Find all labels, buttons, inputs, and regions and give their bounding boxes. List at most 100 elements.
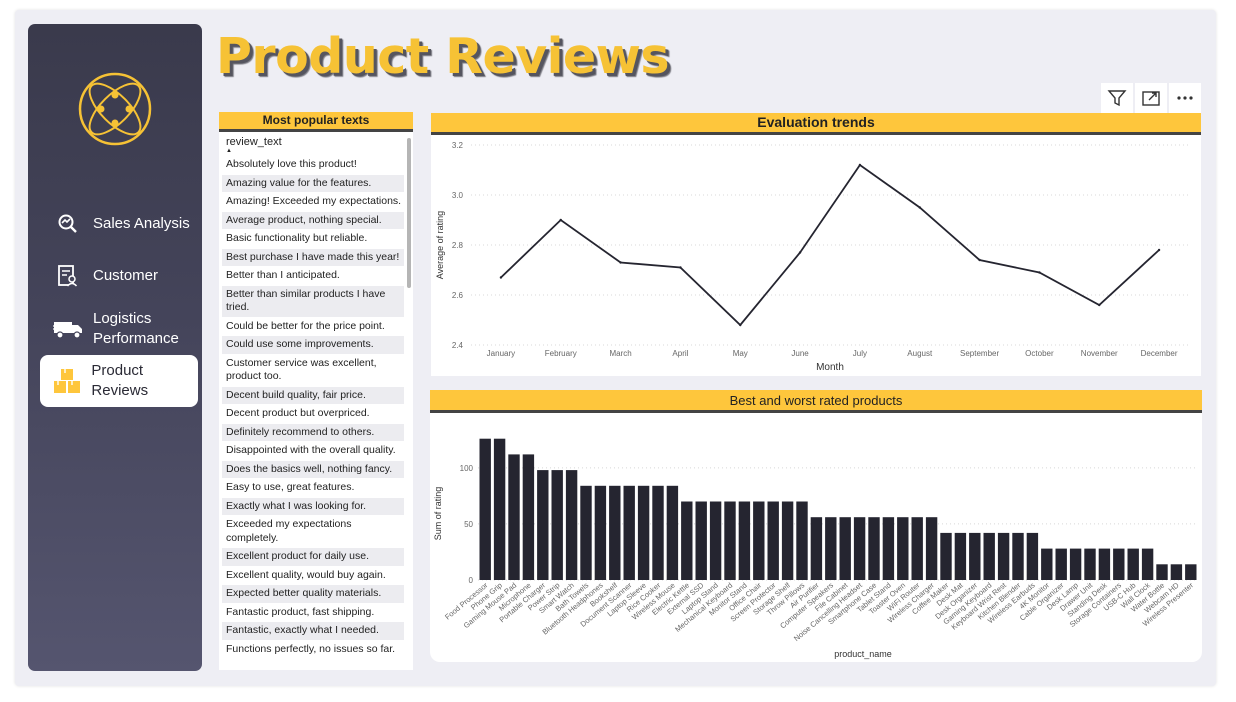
bar	[825, 517, 837, 580]
filter-icon	[1107, 90, 1127, 107]
bar	[997, 532, 1010, 580]
bar	[724, 501, 736, 580]
bar	[882, 517, 895, 580]
list-item[interactable]: Decent product but overpriced.	[222, 405, 404, 423]
x-tick-label: September	[960, 349, 999, 358]
list-item[interactable]: Fantastic product, fast shipping.	[222, 604, 404, 622]
x-axis-title: Month	[816, 362, 844, 373]
bar	[609, 485, 621, 580]
evaluation-trends-chart[interactable]: 2.4 2.6 2.8 3.0 3.2 January February March April…	[431, 135, 1201, 376]
nav-item-product-reviews[interactable]: Product Reviews	[40, 355, 198, 407]
bar	[522, 454, 535, 580]
y-tick-label: 50	[464, 520, 473, 529]
list-item[interactable]: Fantastic, exactly what I needed.	[222, 622, 404, 640]
bar	[1185, 564, 1197, 580]
list-item[interactable]: Amazing value for the features.	[222, 174, 404, 192]
scrollbar[interactable]	[407, 138, 411, 288]
bar	[810, 517, 823, 580]
boxes-icon	[53, 366, 81, 396]
bar	[1156, 564, 1168, 580]
visual-toolbar	[1101, 83, 1203, 113]
list-item[interactable]: Basic functionality but reliable.	[222, 230, 404, 248]
nav-item-customer[interactable]: Customer	[40, 260, 198, 292]
bar	[479, 438, 491, 580]
list-item[interactable]: Exceeded my expectations completely.	[222, 516, 404, 547]
bar	[695, 501, 707, 580]
list-item[interactable]: Decent build quality, fair price.	[222, 386, 404, 404]
column-header-review-text[interactable]: review_text ▲	[219, 132, 413, 154]
sort-ascending-icon[interactable]: ▲	[226, 148, 232, 154]
bar	[1170, 564, 1183, 580]
nav-label: Logistics Performance	[93, 310, 179, 347]
bar	[1055, 548, 1067, 580]
list-item[interactable]: Expected better quality materials.	[222, 585, 404, 603]
list-item[interactable]: Exactly what I was looking for.	[222, 497, 404, 515]
data-point	[1038, 271, 1041, 274]
y-tick-label: 3.2	[452, 141, 464, 150]
bar	[969, 532, 981, 580]
expand-icon	[1142, 91, 1160, 106]
list-item[interactable]: Could be better for the price point.	[222, 318, 404, 336]
list-item[interactable]: Better than I anticipated.	[222, 267, 404, 285]
bar	[767, 501, 779, 580]
list-item[interactable]: Best purchase I have made this year!	[222, 248, 404, 266]
bar	[796, 501, 808, 580]
bar	[1141, 548, 1154, 580]
list-item[interactable]: Disappointed with the overall quality.	[222, 442, 404, 460]
nav-label: Sales Analysis	[93, 215, 190, 232]
list-item[interactable]: Better than similar products I have trie…	[222, 285, 404, 317]
bar	[897, 517, 909, 580]
list-item[interactable]: Customer service was excellent, product …	[222, 355, 404, 386]
bar	[753, 501, 765, 580]
y-tick-label: 2.6	[452, 291, 464, 300]
list-item[interactable]: Could use some improvements.	[222, 336, 404, 354]
review-list: Absolutely love this product! Amazing val…	[222, 156, 404, 659]
customer-card-icon	[53, 261, 83, 291]
list-item[interactable]: Average product, nothing special.	[222, 211, 404, 229]
list-item[interactable]: Functions perfectly, no issues so far.	[222, 641, 404, 659]
page-title: Product Reviews	[216, 28, 670, 85]
bar	[1026, 532, 1039, 580]
list-item[interactable]: Amazing! Exceeded my expectations.	[222, 193, 404, 211]
focus-mode-button[interactable]	[1135, 83, 1167, 113]
chart-title: Best and worst rated products	[430, 390, 1202, 413]
bar	[493, 438, 506, 580]
nav-item-logistics-performance[interactable]: Logistics Performance	[40, 308, 198, 350]
list-item[interactable]: Excellent product for daily use.	[222, 548, 404, 566]
y-axis-title: Sum of rating	[433, 487, 443, 541]
data-point	[739, 323, 742, 327]
filter-button[interactable]	[1101, 83, 1133, 113]
data-point	[858, 163, 862, 167]
data-point	[619, 261, 622, 264]
chart-title: Evaluation trends	[431, 113, 1201, 135]
bar	[709, 501, 722, 580]
bar	[738, 501, 751, 580]
list-item[interactable]: Excellent quality, would buy again.	[222, 567, 404, 585]
y-tick-label: 2.8	[452, 241, 464, 250]
nav-item-sales-analysis[interactable]: Sales Analysis	[40, 208, 198, 240]
bar	[1069, 548, 1082, 580]
data-point	[559, 218, 562, 222]
bar	[681, 501, 693, 580]
table-title: Most popular texts	[219, 112, 413, 132]
list-item[interactable]: Does the basics well, nothing fancy.	[222, 460, 404, 478]
list-item[interactable]: Easy to use, great features.	[222, 479, 404, 497]
bar	[623, 485, 635, 580]
list-item[interactable]: Absolutely love this product!	[222, 156, 404, 174]
list-item[interactable]: Definitely recommend to others.	[222, 423, 404, 441]
bar	[911, 517, 923, 580]
bar	[537, 470, 549, 580]
y-tick-label: 100	[460, 464, 474, 473]
x-tick-label: April	[672, 349, 688, 358]
more-options-button[interactable]	[1169, 83, 1201, 113]
data-point	[978, 258, 981, 262]
bar	[781, 501, 794, 580]
bar	[925, 517, 938, 580]
best-worst-products-card: Best and worst rated products 0 50 100 Food…	[430, 390, 1202, 662]
best-worst-products-chart[interactable]: 050100Food ProcessorPhone GripGaming Mou…	[430, 413, 1202, 662]
bar	[954, 532, 967, 580]
chart-search-icon	[53, 209, 83, 239]
x-tick-label: August	[907, 349, 933, 358]
x-tick-label: February	[545, 349, 577, 358]
nav-label: Product Reviews	[91, 362, 149, 399]
